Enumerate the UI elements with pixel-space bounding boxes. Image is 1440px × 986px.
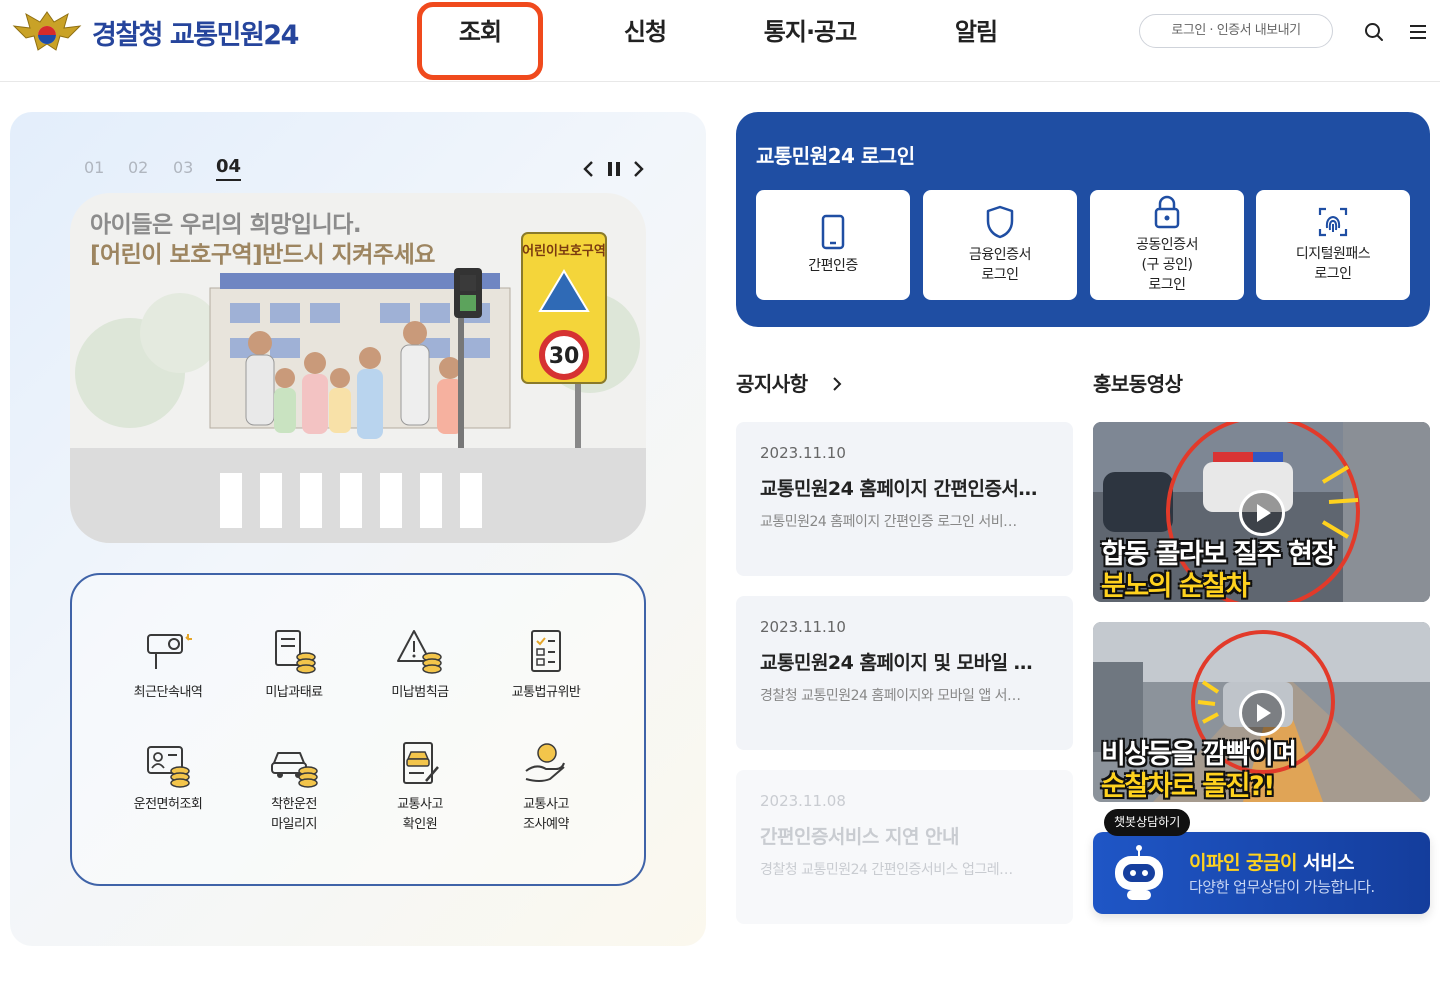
menu-icon[interactable]: [1406, 20, 1430, 44]
login-joint-cert[interactable]: 공동인증서 (구 공인) 로그인: [1090, 190, 1244, 300]
slide-indicator-02[interactable]: 02: [128, 158, 148, 177]
nav-notification[interactable]: 통지·공고: [745, 12, 875, 52]
nav-inquiry[interactable]: 조회: [430, 12, 530, 52]
chatbot-title-rest: 서비스: [1303, 852, 1355, 874]
quick-menu-box: 최근단속내역 미납과태료 미납범칙금 교통법규위반 운전면허조회 착한운전 마일…: [70, 573, 646, 886]
slide-pause-icon[interactable]: [604, 158, 624, 180]
promo-video[interactable]: 비상등을 깜빡이며 순찰차로 돌진?!: [1093, 622, 1430, 802]
notice-item[interactable]: 2023.11.10 교통민원24 홈페이지 및 모바일 앱… 경찰청 교통민원…: [736, 596, 1073, 750]
license-card-icon: [147, 746, 190, 788]
chatbot-title: 이파인 궁금이 서비스: [1189, 848, 1355, 875]
notice-desc: 경찰청 교통민원24 간편인증서비스 업그레…: [760, 862, 1013, 878]
notice-date: 2023.11.10: [760, 618, 846, 636]
quick-label-unpaid-penalty: 미납범칙금: [391, 685, 449, 700]
chatbot-subtitle: 다양한 업무상담이 가능합니다.: [1189, 878, 1375, 896]
slide-prev-icon[interactable]: [579, 158, 599, 180]
accident-report-icon: [403, 742, 439, 784]
slide-indicator-03[interactable]: 03: [173, 158, 193, 177]
notices-title: 공지사항: [736, 372, 808, 396]
quick-label-accident-certificate: 교통사고 확인원: [397, 797, 443, 832]
school-zone-sign-text: 어린이보호구역: [522, 243, 606, 259]
login-joint-cert-label: 공동인증서 (구 공인) 로그인: [1136, 237, 1198, 293]
quick-label-recent-enforcement: 최근단속내역: [133, 685, 203, 700]
chevron-right-icon: [833, 377, 842, 391]
fingerprint-icon: [1318, 207, 1348, 237]
quick-unpaid-fine[interactable]: 미납과태료: [239, 625, 349, 703]
videos-title: 홍보동영상: [1093, 372, 1183, 396]
quick-accident-reservation[interactable]: 교통사고 조사예약: [491, 737, 601, 835]
login-box: 교통민원24 로그인 간편인증 금융인증서 로그인 공동인증서 (구 공인) 로…: [736, 112, 1430, 327]
phone-icon: [821, 214, 845, 250]
speed-limit-text: 30: [549, 344, 580, 369]
shield-icon: [986, 205, 1014, 239]
quick-label-accident-reservation: 교통사고 조사예약: [523, 797, 569, 832]
notices-section-title[interactable]: 공지사항: [736, 368, 846, 397]
unpaid-fine-icon: [275, 630, 316, 674]
site-logo[interactable]: 경찰청 교통민원24: [10, 8, 299, 56]
search-icon[interactable]: [1362, 20, 1386, 44]
quick-label-driving-mileage: 착한운전 마일리지: [271, 797, 317, 832]
login-digital-onepass[interactable]: 디지털원패스 로그인: [1256, 190, 1410, 300]
slide-indicator-01[interactable]: 01: [84, 158, 104, 177]
notice-item[interactable]: 2023.11.10 교통민원24 홈페이지 간편인증서… 교통민원24 홈페이…: [736, 422, 1073, 576]
login-simple-auth[interactable]: 간편인증: [756, 190, 910, 300]
promo-video[interactable]: 합동 콜라보 질주 현장 분노의 순찰차: [1093, 422, 1430, 602]
car-coins-icon: [271, 752, 318, 788]
chatbot-title-highlight: 이파인 궁금이: [1189, 852, 1298, 874]
notice-item[interactable]: 2023.11.08 간편인증서비스 지연 안내 경찰청 교통민원24 간편인증…: [736, 770, 1073, 924]
slide-next-icon[interactable]: [628, 158, 648, 180]
login-financial-cert-label: 금융인증서 로그인: [969, 247, 1031, 283]
video-caption-line2: 순찰차로 돌진?!: [1101, 771, 1275, 802]
checklist-icon: [531, 630, 561, 672]
quick-accident-certificate[interactable]: 교통사고 확인원: [365, 737, 475, 835]
main-banner[interactable]: 30 어린이보호구역 아이들은 우리의 희망입니다. [어린이 보호구역]반드시…: [70, 193, 646, 543]
notice-title: 교통민원24 홈페이지 간편인증서…: [760, 478, 1037, 500]
site-logo-text: 경찰청 교통민원24: [92, 19, 299, 51]
notice-title: 교통민원24 홈페이지 및 모바일 앱…: [760, 652, 1049, 674]
quick-label-unpaid-fine: 미납과태료: [265, 685, 323, 700]
video-caption-line2: 분노의 순찰차: [1101, 571, 1250, 602]
chatbot-banner[interactable]: 이파인 궁금이 서비스 다양한 업무상담이 가능합니다.: [1093, 832, 1430, 914]
notice-desc: 교통민원24 홈페이지 간편인증 로그인 서비…: [760, 514, 1017, 530]
notice-date: 2023.11.10: [760, 444, 846, 462]
nav-apply[interactable]: 신청: [595, 12, 695, 52]
quick-driving-mileage[interactable]: 착한운전 마일리지: [239, 737, 349, 835]
chatbot-robot-icon: [1115, 845, 1163, 900]
quick-label-traffic-violation: 교통법규위반: [511, 685, 581, 700]
banner-headline: 아이들은 우리의 희망입니다.: [90, 212, 362, 238]
warning-coins-icon: [397, 630, 442, 674]
play-icon[interactable]: [1239, 490, 1285, 536]
slide-indicator-04[interactable]: 04: [216, 156, 242, 181]
quick-license-check[interactable]: 운전면허조회: [113, 737, 223, 815]
notice-desc: 경찰청 교통민원24 홈페이지와 모바일 앱 서…: [760, 688, 1021, 704]
play-icon[interactable]: [1239, 690, 1285, 736]
quick-recent-enforcement[interactable]: 최근단속내역: [113, 625, 223, 703]
speed-camera-icon: [147, 634, 192, 669]
reservation-hand-icon: [525, 743, 565, 782]
chatbot-tag: 챗봇상담하기: [1104, 809, 1191, 836]
quick-traffic-violation[interactable]: 교통법규위반: [491, 625, 601, 703]
login-simple-auth-label: 간편인증: [808, 258, 858, 274]
lock-icon: [1154, 195, 1180, 229]
notice-date: 2023.11.08: [760, 792, 846, 810]
login-cert-export-button[interactable]: 로그인 · 인증서 내보내기: [1139, 14, 1333, 48]
banner-subline: [어린이 보호구역]반드시 지켜주세요: [90, 242, 435, 268]
notice-title: 간편인증서비스 지연 안내: [760, 826, 960, 848]
login-title: 교통민원24 로그인: [756, 144, 915, 168]
login-digital-onepass-label: 디지털원패스 로그인: [1295, 246, 1371, 282]
quick-unpaid-penalty[interactable]: 미납범칙금: [365, 625, 475, 703]
login-financial-cert[interactable]: 금융인증서 로그인: [923, 190, 1077, 300]
quick-label-license-check: 운전면허조회: [133, 797, 203, 812]
nav-news[interactable]: 알림: [926, 12, 1026, 52]
site-header: 경찰청 교통민원24 조회 신청 통지·공고 알림 로그인 · 인증서 내보내기: [0, 0, 1440, 82]
police-emblem-icon: [12, 11, 82, 51]
